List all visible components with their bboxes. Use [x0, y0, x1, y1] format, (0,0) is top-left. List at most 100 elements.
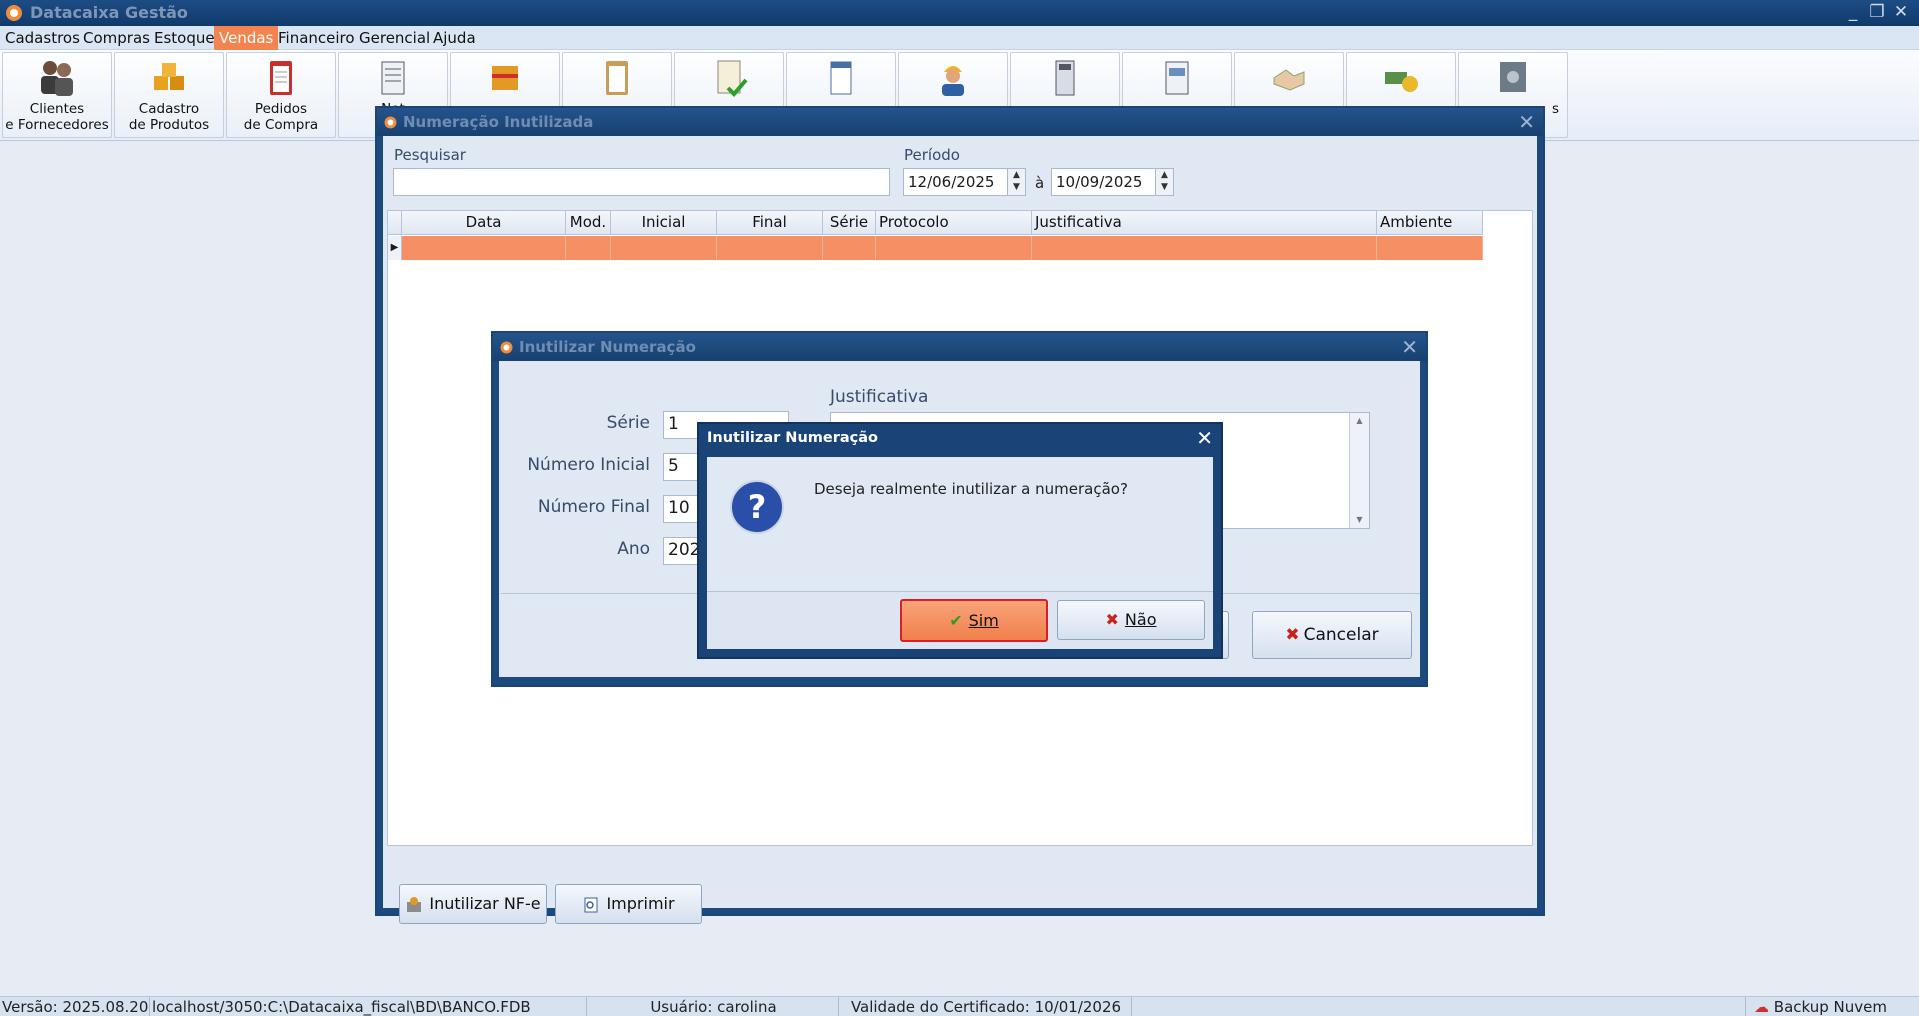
table-cell — [402, 236, 566, 260]
status-bar: Versão: 2025.08.20 localhost/3050:C:\Dat… — [0, 996, 1919, 1016]
print-preview-icon — [584, 897, 598, 912]
toolbar-produtos-button[interactable]: Cadastro de Produtos — [114, 52, 224, 138]
column-header-ambiente[interactable]: Ambiente — [1377, 211, 1483, 235]
column-header-final[interactable]: Final — [717, 211, 823, 235]
column-header-protocolo[interactable]: Protocolo — [876, 211, 1032, 235]
window-title: Inutilizar Numeração — [519, 338, 696, 356]
table-cell — [823, 236, 876, 260]
boxes-icon — [154, 63, 184, 90]
numero-final-label: Número Final — [537, 497, 650, 517]
column-header-serie[interactable]: Série — [823, 211, 876, 235]
toolbar-label: Cadastro — [138, 101, 200, 117]
scrollbar[interactable]: ▲ ▼ — [1349, 413, 1369, 528]
column-header-justificativa[interactable]: Justificativa — [1032, 211, 1377, 235]
scroll-up-icon[interactable]: ▲ — [1350, 413, 1369, 429]
checklist-icon — [717, 60, 748, 97]
x-icon: ✖ — [1285, 625, 1300, 645]
column-header-data[interactable]: Data — [402, 211, 566, 235]
table-cell — [611, 236, 717, 260]
confirm-dialog: Inutilizar Numeração ✕ ? Deseja realment… — [697, 422, 1223, 659]
cancelar-button[interactable]: ✖ Cancelar — [1252, 611, 1412, 659]
worker-icon — [942, 66, 964, 96]
document-icon — [830, 61, 852, 95]
menu-financeiro[interactable]: Financeiro — [273, 26, 360, 50]
row-indicator-icon: ▶ — [388, 236, 402, 260]
menu-compras[interactable]: Compras — [78, 26, 155, 50]
inutilizar-nfe-button[interactable]: Inutilizar NF-e — [399, 884, 547, 924]
status-user: Usuário: carolina — [587, 997, 839, 1016]
dialog-message: Deseja realmente inutilizar a numeração? — [814, 480, 1128, 498]
svg-text:?: ? — [748, 488, 767, 526]
date-spin-icon[interactable]: ▲ ▼ — [1155, 169, 1173, 195]
dialog-footer: ✔ Sim ✖ Não — [707, 591, 1213, 649]
close-icon[interactable]: ✕ — [1196, 426, 1213, 450]
ano-label: Ano — [617, 539, 650, 559]
imprimir-button[interactable]: Imprimir — [555, 884, 702, 924]
tool-icon — [407, 896, 422, 912]
safe-icon — [1500, 62, 1526, 92]
scroll-down-icon[interactable]: ▼ — [1350, 512, 1369, 528]
backup-button[interactable]: ☁ Backup Nuvem — [1746, 997, 1919, 1016]
menu-estoque[interactable]: Estoque — [149, 26, 220, 50]
date-from-value: 12/06/2025 — [908, 173, 995, 191]
toolbar-pedidos-button[interactable]: Pedidos de Compra — [226, 52, 336, 138]
status-database: localhost/3050:C:\Datacaixa_fiscal\BD\BA… — [150, 997, 587, 1016]
menu-bar: Cadastros Compras Estoque Vendas Finance… — [0, 26, 1919, 50]
grid-indicator-header — [388, 211, 402, 235]
app-logo-icon — [6, 5, 22, 21]
sim-button[interactable]: ✔ Sim — [900, 599, 1048, 642]
menu-vendas[interactable]: Vendas — [214, 26, 279, 50]
clipboard-icon — [606, 61, 628, 95]
date-separator: à — [1035, 174, 1045, 192]
nao-button[interactable]: ✖ Não — [1057, 600, 1205, 640]
app-titlebar: Datacaixa Gestão _ ❐ ✕ — [0, 0, 1919, 26]
close-icon[interactable]: ✕ — [1518, 110, 1535, 134]
search-label: Pesquisar — [394, 146, 466, 164]
date-spin-icon[interactable]: ▲ ▼ — [1007, 169, 1025, 195]
toolbar-clientes-button[interactable]: Clientes e Fornecedores — [2, 52, 112, 138]
ano-value: 202 — [668, 540, 701, 560]
invoice-icon — [381, 61, 405, 95]
menu-gerencial[interactable]: Gerencial — [354, 26, 435, 50]
toolbar-label: de Compra — [243, 117, 319, 133]
calculator-icon — [1055, 60, 1075, 96]
handshake-icon — [1273, 69, 1305, 91]
restore-icon[interactable]: ❐ — [1866, 1, 1888, 23]
button-label: Inutilizar NF-e — [429, 894, 541, 913]
app-logo-icon — [500, 341, 513, 354]
column-header-inicial[interactable]: Inicial — [611, 211, 717, 235]
minimize-icon[interactable]: _ — [1842, 1, 1864, 23]
dialog-titlebar: Inutilizar Numeração — [699, 424, 1221, 454]
toolbar-label: Clientes — [29, 101, 85, 117]
clipboard-red-icon — [270, 61, 292, 95]
invoice-icon — [1165, 61, 1189, 95]
justificativa-label: Justificativa — [830, 387, 929, 407]
menu-cadastros[interactable]: Cadastros — [0, 26, 85, 50]
button-label: Cancelar — [1303, 625, 1379, 645]
serie-label: Série — [606, 413, 650, 433]
date-from-field[interactable]: 12/06/2025 ▲ ▼ — [903, 168, 1026, 196]
cloud-icon: ☁ — [1754, 998, 1769, 1016]
toolbar-label: Pedidos — [254, 101, 308, 117]
window-titlebar: Inutilizar Numeração ✕ — [493, 333, 1426, 361]
close-icon[interactable]: ✕ — [1401, 335, 1418, 359]
numero-final-value: 10 — [668, 498, 690, 518]
table-cell — [1032, 236, 1377, 260]
numero-inicial-label: Número Inicial — [527, 455, 650, 475]
close-icon[interactable]: ✕ — [1890, 1, 1912, 23]
button-label: Sim — [968, 611, 999, 630]
search-input[interactable] — [393, 168, 890, 196]
date-to-value: 10/09/2025 — [1056, 173, 1143, 191]
app-logo-icon — [384, 116, 397, 129]
dialog-title: Inutilizar Numeração — [707, 430, 878, 446]
table-cell — [566, 236, 611, 260]
column-header-mod[interactable]: Mod. — [566, 211, 611, 235]
toolbar-label: de Produtos — [128, 117, 210, 133]
date-to-field[interactable]: 10/09/2025 ▲ ▼ — [1051, 168, 1174, 196]
backup-label: Backup Nuvem — [1773, 998, 1887, 1016]
serie-value: 1 — [668, 414, 679, 434]
window-titlebar: Numeração Inutilizada ✕ — [377, 108, 1543, 136]
menu-ajuda[interactable]: Ajuda — [428, 26, 481, 50]
dialog-body: ? Deseja realmente inutilizar a numeraçã… — [707, 457, 1213, 649]
people-icon — [41, 61, 73, 96]
